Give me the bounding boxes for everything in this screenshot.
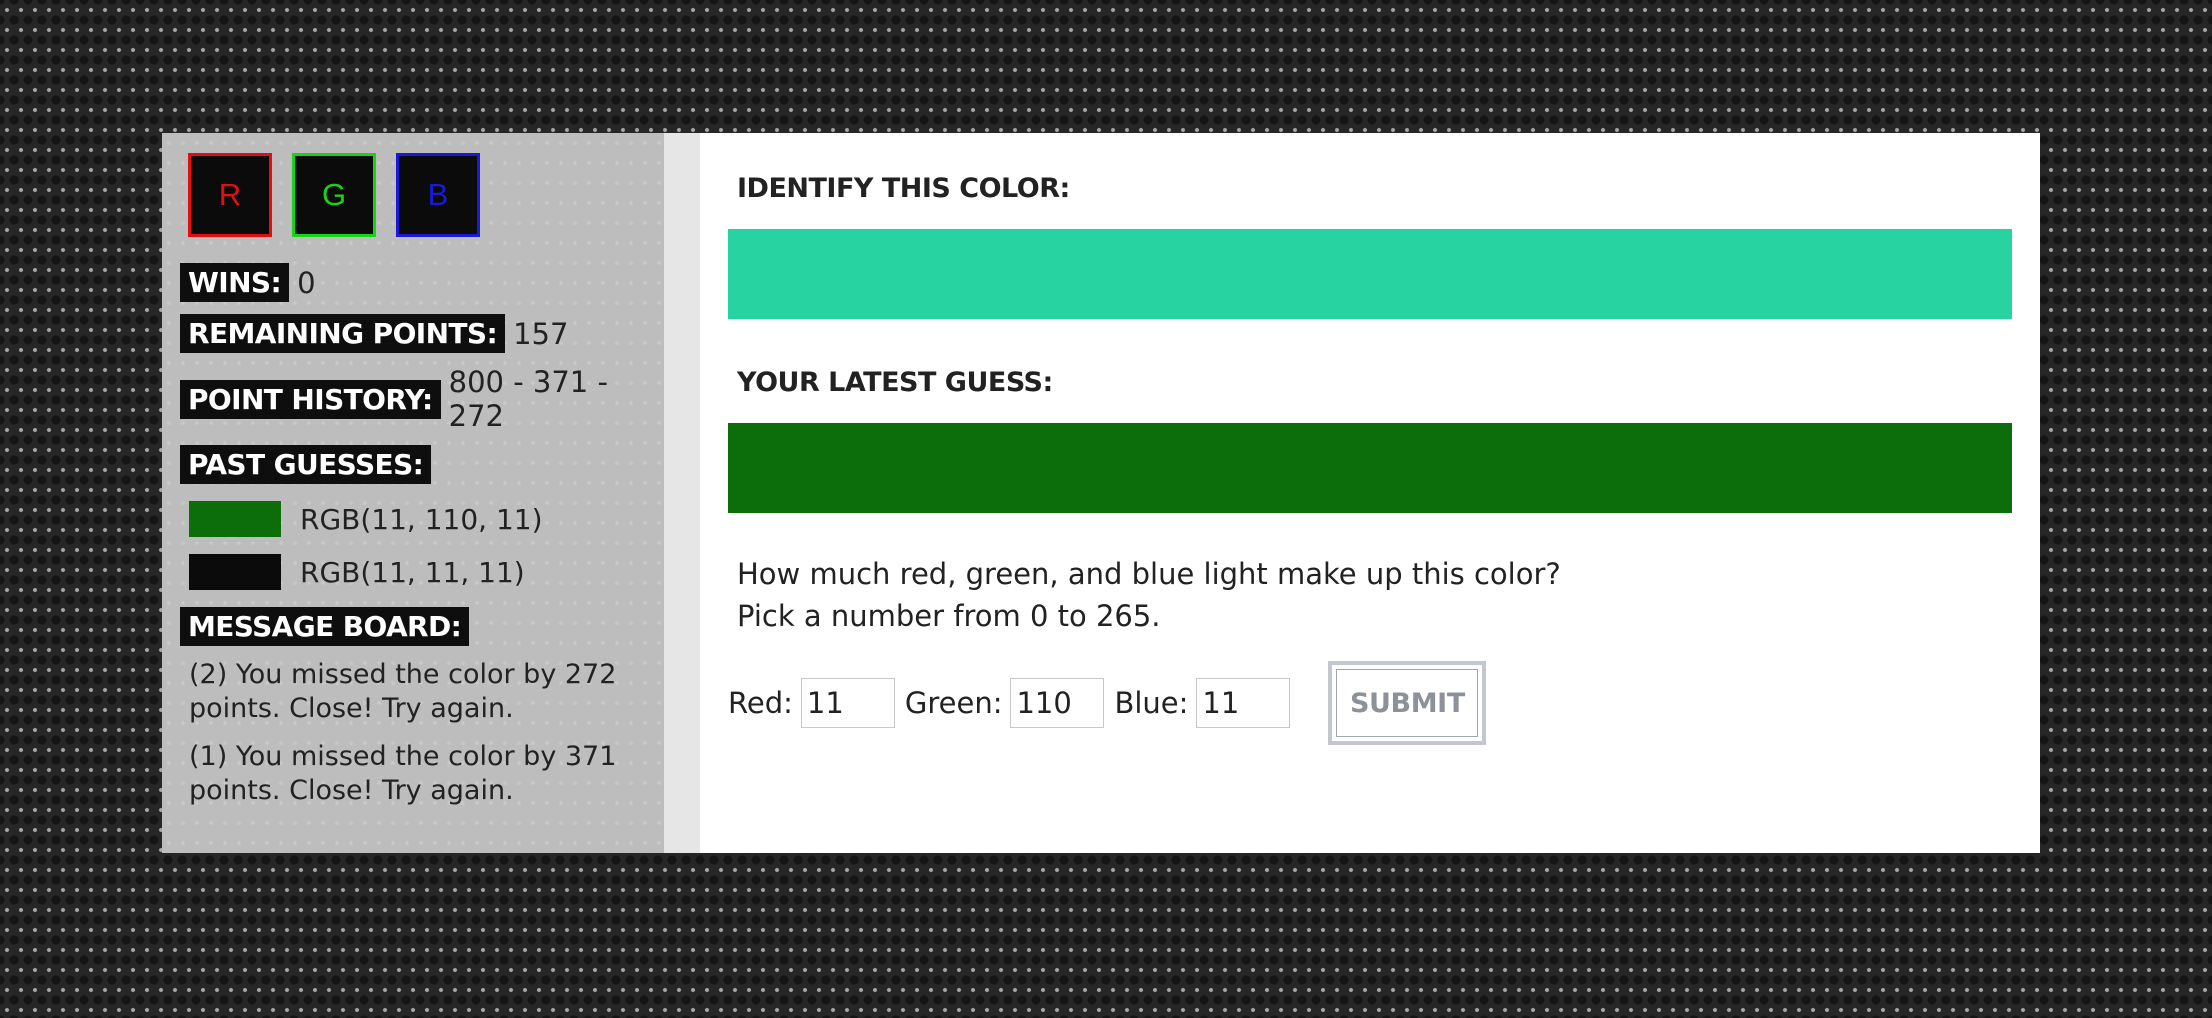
- identify-color-title: IDENTIFY THIS COLOR:: [737, 173, 1070, 204]
- blue-input[interactable]: [1196, 678, 1291, 728]
- logo-letter-b: B: [396, 153, 480, 237]
- message-item: (2) You missed the color by 272 points. …: [189, 659, 617, 724]
- rgb-logo: R G B: [188, 153, 648, 237]
- past-guess-swatch: [189, 501, 281, 537]
- past-guesses-row: PAST GUESSES:: [180, 445, 648, 484]
- question-line: How much red, green, and blue light make…: [737, 557, 1561, 591]
- wins-row: WINS: 0: [180, 263, 648, 302]
- question-text: How much red, green, and blue light make…: [737, 553, 2012, 637]
- past-guess-swatch: [189, 554, 281, 590]
- wins-label: WINS:: [180, 263, 290, 302]
- past-guess-item: RGB(11, 110, 11): [189, 501, 648, 537]
- message-item: (1) You missed the color by 371 points. …: [189, 741, 617, 806]
- past-guess-label: RGB(11, 11, 11): [300, 555, 525, 589]
- logo-letter-g: G: [292, 153, 376, 237]
- blue-label: Blue:: [1114, 686, 1189, 720]
- green-input[interactable]: [1010, 678, 1105, 728]
- latest-guess-bar: [728, 423, 2012, 513]
- guess-form: Red: Green: Blue: SUBMIT: [728, 661, 2012, 745]
- game-panel: R G B WINS: 0 REMAINING POINTS: 157 POIN…: [162, 133, 2040, 853]
- panel-divider: [664, 133, 700, 853]
- main-panel: IDENTIFY THIS COLOR: YOUR LATEST GUESS: …: [700, 133, 2040, 853]
- remaining-points-value: 157: [513, 316, 569, 351]
- remaining-points-row: REMAINING POINTS: 157: [180, 314, 648, 353]
- red-label: Red:: [728, 686, 793, 720]
- submit-button-label: SUBMIT: [1336, 669, 1479, 737]
- message-board-row: MESSAGE BOARD:: [180, 607, 648, 646]
- logo-letter-r: R: [188, 153, 272, 237]
- point-history-value: 800 - 371 - 272: [448, 365, 608, 433]
- point-history-label: POINT HISTORY:: [180, 379, 441, 419]
- submit-button[interactable]: SUBMIT: [1328, 661, 1487, 745]
- wins-value: 0: [297, 265, 316, 300]
- range-hint: Pick a number from 0 to 265.: [737, 599, 1161, 633]
- past-guess-item: RGB(11, 11, 11): [189, 554, 648, 590]
- past-guess-label: RGB(11, 110, 11): [300, 502, 543, 536]
- green-label: Green:: [904, 686, 1003, 720]
- red-input[interactable]: [800, 678, 895, 728]
- message-board: (2) You missed the color by 272 points. …: [189, 658, 648, 808]
- remaining-points-label: REMAINING POINTS:: [180, 314, 506, 353]
- message-board-label: MESSAGE BOARD:: [180, 607, 470, 646]
- past-guesses-label: PAST GUESSES:: [180, 445, 432, 484]
- latest-guess-title: YOUR LATEST GUESS:: [737, 367, 1053, 398]
- target-color-bar: [728, 229, 2012, 319]
- point-history-row: POINT HISTORY: 800 - 371 - 272: [180, 365, 648, 433]
- sidebar: R G B WINS: 0 REMAINING POINTS: 157 POIN…: [162, 133, 664, 853]
